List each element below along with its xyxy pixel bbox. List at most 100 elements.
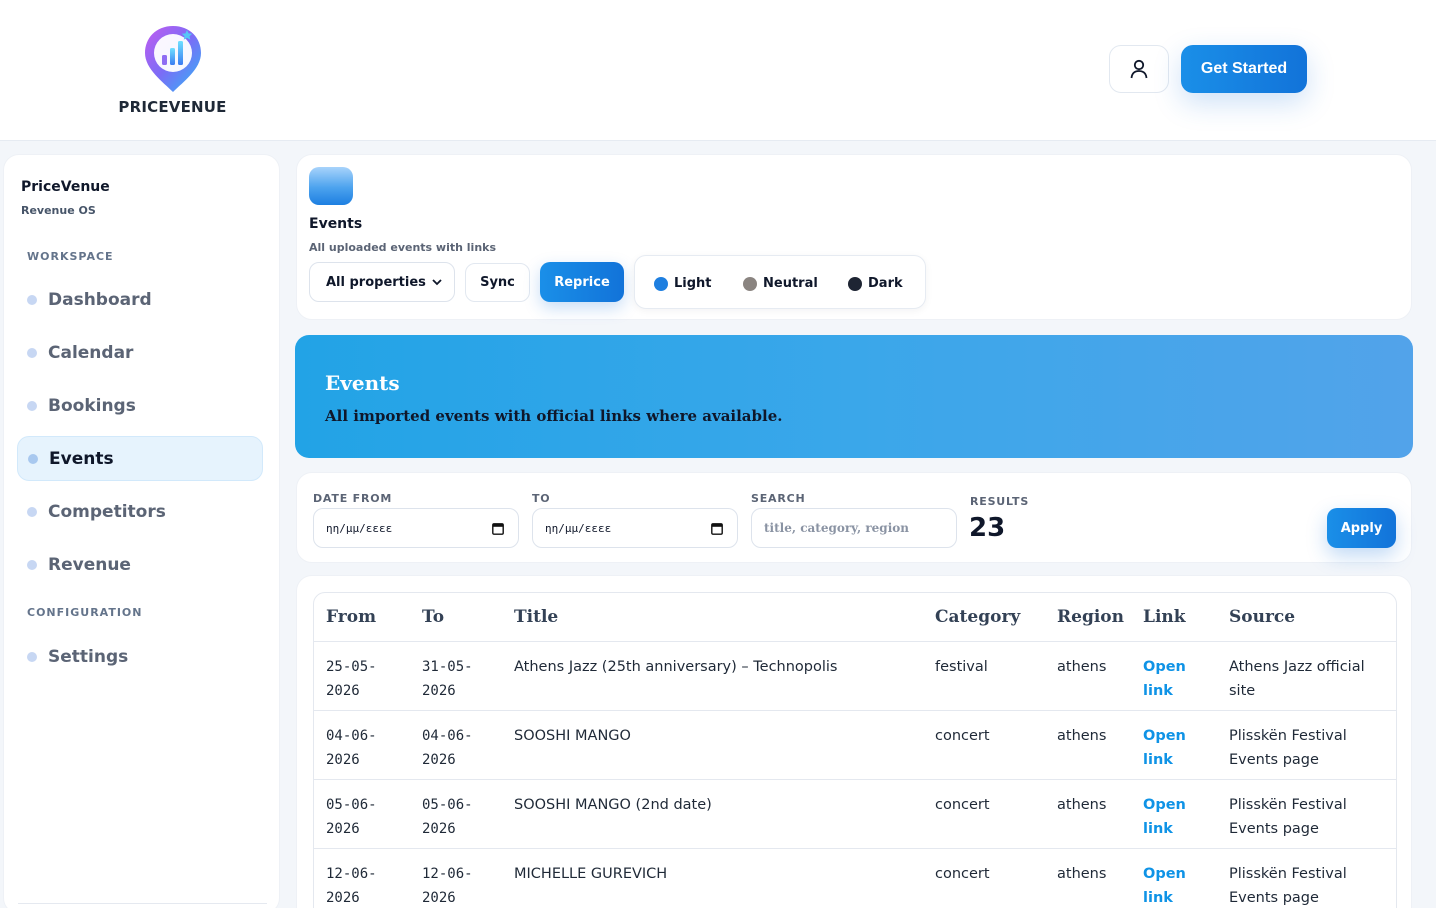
pricevenue-logo-icon <box>144 26 201 92</box>
cell-to: 12-06-2026 <box>410 848 502 908</box>
cell-from: 25-05-2026 <box>314 641 410 711</box>
search-label: SEARCH <box>751 492 806 505</box>
column-header-title[interactable]: Title <box>502 593 923 642</box>
brand-name: PRICEVENUE <box>118 98 227 116</box>
cell-region: athens <box>1045 710 1131 780</box>
bullet-icon <box>27 651 37 662</box>
sidebar-app-subtitle: Revenue OS <box>21 204 96 217</box>
search-input[interactable]: title, category, region <box>751 508 957 548</box>
sidebar-item-events[interactable]: Events <box>17 436 263 481</box>
theme-switcher: Light Neutral Dark <box>634 255 926 309</box>
sidebar-item-calendar[interactable]: Calendar <box>17 330 263 375</box>
cell-region: athens <box>1045 779 1131 849</box>
get-started-button[interactable]: Get Started <box>1181 45 1307 93</box>
cell-title: MICHELLE GUREVICH <box>502 848 923 908</box>
events-app-icon <box>309 167 353 205</box>
sidebar-item-label: Bookings <box>48 395 136 416</box>
cell-source: Plisskën Festival Events page <box>1217 710 1396 780</box>
date-to-label: TO <box>532 492 551 505</box>
cell-from: 04-06-2026 <box>314 710 410 780</box>
open-link[interactable]: Open link <box>1143 866 1186 906</box>
cell-source: Athens Jazz official site <box>1217 641 1396 711</box>
cell-title: Athens Jazz (25th anniversary) – Technop… <box>502 641 923 711</box>
cell-category: festival <box>923 641 1045 711</box>
events-table-card: From To Title Category Region Link Sourc… <box>296 575 1412 908</box>
sidebar-divider <box>18 903 267 904</box>
theme-option-light[interactable]: Light <box>654 256 712 310</box>
events-card-title: Events <box>309 216 363 232</box>
reprice-button[interactable]: Reprice <box>540 262 624 302</box>
bullet-icon <box>27 400 37 411</box>
user-account-button[interactable] <box>1109 45 1169 93</box>
cell-to: 31-05-2026 <box>410 641 502 711</box>
date-from-value: ηη/μμ/εεεε <box>326 521 393 535</box>
calendar-icon[interactable] <box>492 522 504 535</box>
apply-button[interactable]: Apply <box>1327 508 1396 548</box>
property-select[interactable]: All properties <box>309 262 455 302</box>
sidebar-item-revenue[interactable]: Revenue <box>17 542 263 587</box>
table-row: 12-06-2026 12-06-2026 MICHELLE GUREVICH … <box>314 848 1396 908</box>
sidebar-section-configuration: CONFIGURATION <box>27 606 143 619</box>
top-header: PRICEVENUE Get Started <box>0 0 1436 141</box>
cell-to: 05-06-2026 <box>410 779 502 849</box>
bullet-icon <box>27 347 37 358</box>
cell-source: Plisskën Festival Events page <box>1217 848 1396 908</box>
cell-region: athens <box>1045 641 1131 711</box>
bullet-icon <box>27 294 37 305</box>
table-row: 25-05-2026 31-05-2026 Athens Jazz (25th … <box>314 641 1396 711</box>
theme-option-dark[interactable]: Dark <box>848 256 903 310</box>
sidebar: PriceVenue Revenue OS WORKSPACE Dashboar… <box>3 154 280 908</box>
cell-region: athens <box>1045 848 1131 908</box>
banner-subtitle: All imported events with official links … <box>325 407 783 425</box>
cell-to: 04-06-2026 <box>410 710 502 780</box>
events-banner: Events All imported events with official… <box>295 335 1413 458</box>
sync-button[interactable]: Sync <box>465 263 530 302</box>
cell-category: concert <box>923 779 1045 849</box>
sidebar-item-label: Events <box>49 448 114 469</box>
column-header-to[interactable]: To <box>410 593 502 642</box>
column-header-source[interactable]: Source <box>1217 593 1396 642</box>
column-header-category[interactable]: Category <box>923 593 1045 642</box>
cell-category: concert <box>923 848 1045 908</box>
theme-option-label: Light <box>674 275 712 291</box>
banner-title: Events <box>325 371 400 395</box>
events-table: From To Title Category Region Link Sourc… <box>314 593 1396 908</box>
results-label: RESULTS <box>970 495 1030 508</box>
theme-option-neutral[interactable]: Neutral <box>743 256 818 310</box>
column-header-link[interactable]: Link <box>1131 593 1217 642</box>
calendar-icon[interactable] <box>711 522 723 535</box>
column-header-region[interactable]: Region <box>1045 593 1131 642</box>
sidebar-item-label: Dashboard <box>48 289 152 310</box>
sidebar-item-label: Competitors <box>48 501 166 522</box>
user-icon <box>1130 59 1148 79</box>
sidebar-item-label: Calendar <box>48 342 134 363</box>
sidebar-item-settings[interactable]: Settings <box>17 634 263 679</box>
sidebar-item-bookings[interactable]: Bookings <box>17 383 263 428</box>
sidebar-item-dashboard[interactable]: Dashboard <box>17 277 263 322</box>
property-select-value: All properties <box>326 274 426 290</box>
theme-swatch-icon <box>654 277 668 291</box>
bullet-icon <box>27 559 37 570</box>
open-link[interactable]: Open link <box>1143 659 1186 699</box>
open-link[interactable]: Open link <box>1143 797 1186 837</box>
cell-from: 05-06-2026 <box>314 779 410 849</box>
chevron-down-icon <box>432 279 442 286</box>
column-header-from[interactable]: From <box>314 593 410 642</box>
cell-title: SOOSHI MANGO (2nd date) <box>502 779 923 849</box>
date-to-field[interactable]: ηη/μμ/εεεε <box>532 508 738 548</box>
open-link[interactable]: Open link <box>1143 728 1186 768</box>
sidebar-item-label: Revenue <box>48 554 131 575</box>
table-row: 05-06-2026 05-06-2026 SOOSHI MANGO (2nd … <box>314 779 1396 849</box>
cell-source: Plisskën Festival Events page <box>1217 779 1396 849</box>
brand-logo-block[interactable]: PRICEVENUE <box>115 22 230 116</box>
cell-from: 12-06-2026 <box>314 848 410 908</box>
date-from-label: DATE FROM <box>313 492 393 505</box>
table-row: 04-06-2026 04-06-2026 SOOSHI MANGO conce… <box>314 710 1396 780</box>
sidebar-section-workspace: WORKSPACE <box>27 250 114 263</box>
sidebar-item-competitors[interactable]: Competitors <box>17 489 263 534</box>
sidebar-item-label: Settings <box>48 646 129 667</box>
bullet-icon <box>28 453 38 464</box>
date-from-field[interactable]: ηη/μμ/εεεε <box>313 508 519 548</box>
cell-category: concert <box>923 710 1045 780</box>
results-count: 23 <box>969 513 1006 543</box>
